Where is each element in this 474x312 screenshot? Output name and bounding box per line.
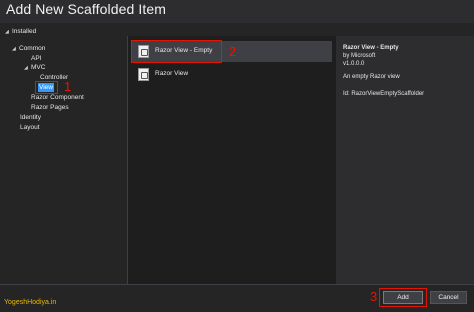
- footer-divider: [0, 284, 474, 285]
- tree-label: MVC: [31, 64, 46, 71]
- tree-item-razor-component[interactable]: Razor Component: [31, 93, 84, 102]
- category-tree: [0, 23, 127, 283]
- annotation-box-2: [131, 40, 222, 63]
- watermark: YogeshHodiya.in: [4, 299, 57, 306]
- collapse-arrow-icon[interactable]: ◢: [5, 28, 12, 37]
- annotation-number-1: 1: [64, 79, 72, 94]
- detail-id: Id: RazorViewEmptyScaffolder: [343, 91, 425, 97]
- annotation-number-2: 2: [229, 44, 237, 59]
- detail-description: An empty Razor view: [343, 74, 400, 80]
- tree-label: Installed: [12, 28, 37, 35]
- tree-item-api[interactable]: API: [31, 54, 41, 63]
- divider: [127, 36, 128, 284]
- tree-item-common[interactable]: ◢ Common: [12, 44, 45, 53]
- tree-item-mvc[interactable]: ◢ MVC: [24, 63, 45, 72]
- dialog-title: Add New Scaffolded Item: [6, 1, 167, 17]
- collapse-arrow-icon[interactable]: ◢: [12, 45, 19, 54]
- tree-item-identity[interactable]: Identity: [20, 113, 41, 122]
- detail-author: by Microsoft: [343, 53, 376, 59]
- list-item-razor-view[interactable]: Razor View: [132, 64, 332, 85]
- list-item-label: Razor View: [155, 70, 189, 77]
- tree-item-installed[interactable]: ◢ Installed: [5, 27, 36, 36]
- razor-file-icon: [138, 68, 149, 81]
- add-button[interactable]: Add: [383, 291, 423, 304]
- tree-item-razor-pages[interactable]: Razor Pages: [31, 103, 69, 112]
- tree-label: Common: [19, 45, 46, 52]
- collapse-arrow-icon[interactable]: ◢: [24, 64, 31, 73]
- annotation-number-3: 3: [370, 289, 378, 304]
- detail-name: Razor View - Empty: [343, 45, 399, 51]
- detail-version: v1.0.0.0: [343, 61, 365, 67]
- tree-item-layout[interactable]: Layout: [20, 123, 40, 132]
- cancel-button[interactable]: Cancel: [430, 291, 467, 304]
